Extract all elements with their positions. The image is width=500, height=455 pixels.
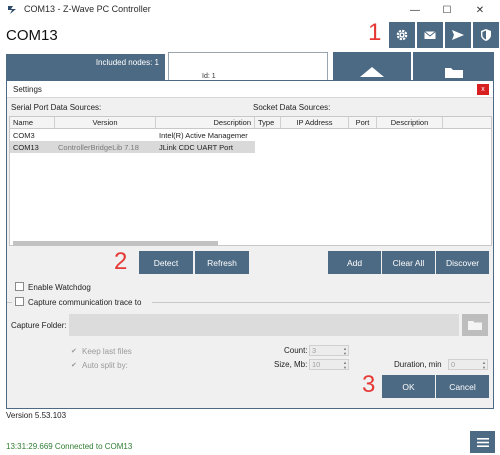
folder-icon	[445, 68, 463, 78]
row-description: JLink CDC UART Port	[159, 142, 233, 152]
enable-watchdog-checkbox[interactable]	[15, 282, 24, 291]
duration-stepper[interactable]: 0 ▲ ▼	[448, 359, 488, 370]
folder-icon	[468, 321, 482, 330]
app-icon	[8, 6, 16, 14]
send-icon	[452, 30, 464, 40]
column-header-type[interactable]: Type	[255, 117, 281, 129]
minimize-button[interactable]: —	[401, 0, 429, 20]
title-bar: COM13 - Z-Wave PC Controller — ☐ ✕	[0, 0, 500, 20]
stepper-arrows-icon[interactable]: ▲ ▼	[343, 346, 347, 356]
row-name: COM13	[13, 142, 39, 152]
socket-sources-label: Socket Data Sources:	[253, 103, 331, 112]
maximize-button[interactable]: ☐	[433, 0, 461, 20]
list-icon	[476, 437, 489, 447]
row-version	[55, 129, 156, 141]
data-sources-table: Name Version Description Type IP Address…	[9, 116, 492, 246]
divider	[7, 302, 12, 303]
mail-button[interactable]	[417, 22, 443, 48]
background-folder-button[interactable]	[413, 52, 494, 82]
capture-trace-checkbox[interactable]	[15, 297, 24, 306]
annotation-1: 1	[368, 19, 382, 46]
count-stepper[interactable]: 3 ▲ ▼	[309, 345, 349, 356]
window-title: COM13 - Z-Wave PC Controller	[24, 4, 151, 14]
divider	[152, 302, 490, 303]
row-version: ControllerBridgeLib 7.18	[58, 142, 139, 152]
clear-all-button[interactable]: Clear All	[382, 251, 435, 274]
mail-icon	[424, 31, 436, 39]
version-label: Version 5.53.103	[6, 411, 67, 420]
column-header-port[interactable]: Port	[349, 117, 377, 129]
enable-watchdog-label: Enable Watchdog	[28, 283, 91, 292]
stepper-arrows-icon[interactable]: ▲ ▼	[343, 360, 347, 370]
close-window-button[interactable]: ✕	[466, 0, 494, 20]
column-header-socket-description[interactable]: Description	[377, 117, 443, 129]
duration-value: 0	[451, 360, 456, 369]
cancel-button[interactable]: Cancel	[436, 375, 489, 398]
node-id: Id: 1	[202, 73, 216, 80]
auto-split-label: Auto split by:	[82, 361, 128, 370]
row-description: Intel(R) Active Managemer	[159, 130, 248, 140]
size-value: 10	[312, 360, 321, 369]
row-name: COM3	[13, 130, 35, 140]
column-header-ip-address[interactable]: IP Address	[281, 117, 349, 129]
settings-dialog: Settings x Serial Port Data Sources: Soc…	[6, 80, 494, 409]
duration-label: Duration, min	[394, 360, 442, 369]
capture-folder-input[interactable]	[69, 314, 459, 336]
send-button[interactable]	[445, 22, 471, 48]
serial-sources-label: Serial Port Data Sources:	[11, 103, 102, 112]
add-button[interactable]: Add	[328, 251, 381, 274]
count-label: Count:	[284, 346, 308, 355]
dialog-close-button[interactable]: x	[477, 84, 489, 95]
dialog-title-bar: Settings x	[7, 81, 493, 98]
discover-button[interactable]: Discover	[436, 251, 489, 274]
annotation-3: 3	[362, 371, 376, 398]
ok-button[interactable]: OK	[382, 375, 435, 398]
capture-folder-label: Capture Folder:	[11, 321, 67, 330]
keep-last-files-label: Keep last files	[82, 347, 132, 356]
horizontal-scrollbar[interactable]	[13, 241, 218, 246]
capture-trace-label: Capture communication trace to	[28, 298, 142, 307]
column-header-name[interactable]: Name	[10, 117, 55, 129]
table-row[interactable]: COM3 Intel(R) Active Managemer	[10, 129, 255, 141]
size-stepper[interactable]: 10 ▲ ▼	[309, 359, 349, 370]
log-button[interactable]	[470, 431, 495, 453]
shield-icon	[481, 29, 491, 41]
column-header-description[interactable]: Description	[156, 117, 255, 129]
gear-icon	[396, 29, 408, 41]
annotation-2: 2	[114, 248, 128, 275]
stepper-arrows-icon[interactable]: ▲ ▼	[482, 360, 486, 370]
browse-folder-button[interactable]	[462, 314, 488, 336]
background-action-button[interactable]	[333, 52, 411, 82]
refresh-button[interactable]: Refresh	[195, 251, 249, 274]
column-header-version[interactable]: Version	[55, 117, 156, 129]
size-label: Size, Mb:	[274, 360, 308, 369]
count-value: 3	[312, 346, 317, 355]
status-message: 13:31:29.669 Connected to COM13	[6, 442, 133, 451]
included-nodes-label: Included nodes: 1	[95, 58, 159, 67]
keep-last-files-checkmark[interactable]: ✔	[71, 347, 77, 355]
security-button[interactable]	[473, 22, 499, 48]
column-header-filler	[443, 117, 491, 129]
dialog-title: Settings	[13, 85, 42, 94]
triangle-up-icon	[360, 67, 384, 77]
detect-button[interactable]: Detect	[139, 251, 193, 274]
auto-split-checkmark[interactable]: ✔	[71, 361, 77, 369]
settings-button[interactable]	[389, 22, 415, 48]
table-row-selected[interactable]: COM13 ControllerBridgeLib 7.18 JLink CDC…	[10, 141, 255, 153]
page-title: COM13	[6, 27, 58, 44]
